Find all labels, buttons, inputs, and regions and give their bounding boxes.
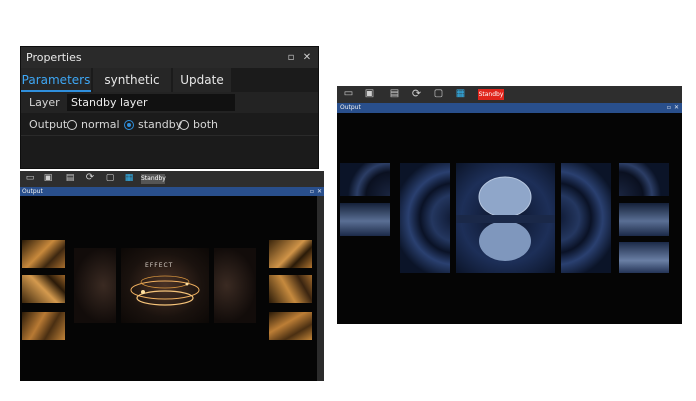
gold-tile <box>22 312 65 340</box>
radio-both[interactable] <box>179 120 189 130</box>
gold-tile <box>269 275 312 303</box>
window-icon[interactable]: ▢ <box>104 173 116 183</box>
pin-icon[interactable]: ▫ <box>310 187 314 196</box>
radio-standby-label: standby <box>138 118 183 131</box>
starfield-tile <box>340 163 390 196</box>
toolbar-left: ▭ ▣ ▤ ⟳ ▢ ▦ Standby <box>20 171 324 187</box>
keyboard-icon[interactable]: ▤ <box>388 88 401 99</box>
layer-row: Layer Standby layer <box>21 92 318 113</box>
properties-tabs: Parameters synthetic Update <box>21 68 318 92</box>
output-window-left: ▭ ▣ ▤ ⟳ ▢ ▦ Standby Output ▫ ✕ EFFECT <box>20 171 324 381</box>
pin-icon[interactable]: ▫ <box>667 103 671 113</box>
screen-icon[interactable]: ▣ <box>363 88 376 99</box>
output-window-right: ▭ ▣ ▤ ⟳ ▢ ▦ Standby Output ▫ ✕ <box>337 86 682 324</box>
output-bar-right: Output ▫ ✕ <box>337 103 682 113</box>
layer-label: Layer <box>29 96 60 109</box>
standby-button[interactable]: Standby <box>141 174 166 184</box>
effect-text: EFFECT <box>145 262 174 269</box>
layer-field[interactable]: Standby layer <box>67 94 235 111</box>
gold-tile <box>269 312 312 340</box>
gold-tile <box>22 240 65 268</box>
gold-tile <box>269 240 312 268</box>
radio-both-label: both <box>193 118 218 131</box>
monitor-icon[interactable]: ▭ <box>342 88 355 99</box>
tab-synthetic[interactable]: synthetic <box>93 68 171 92</box>
star-trail-panel <box>561 163 611 273</box>
mountain-tile <box>619 203 669 236</box>
starfield-tile <box>619 163 669 196</box>
output-title-left: Output <box>22 188 43 195</box>
grid-icon[interactable]: ▦ <box>123 173 135 183</box>
moon-panel-center <box>456 163 555 273</box>
keyboard-icon[interactable]: ▤ <box>64 173 76 183</box>
effect-panel <box>74 248 116 323</box>
vertical-scrollbar[interactable] <box>317 196 324 381</box>
grid-icon[interactable]: ▦ <box>454 88 467 99</box>
radio-standby[interactable] <box>124 120 134 130</box>
close-icon[interactable]: ✕ <box>317 187 322 196</box>
output-title-right: Output <box>340 104 361 111</box>
mountain-tile <box>340 203 390 236</box>
radio-normal-label: normal <box>81 118 120 131</box>
radio-normal[interactable] <box>67 120 77 130</box>
tab-parameters[interactable]: Parameters <box>21 68 91 92</box>
close-icon[interactable]: ✕ <box>674 103 679 113</box>
tab-update[interactable]: Update <box>173 68 231 92</box>
moon-graphic <box>456 176 555 261</box>
refresh-icon[interactable]: ⟳ <box>410 87 423 100</box>
properties-panel: Properties ▫ ✕ Parameters synthetic Upda… <box>20 46 319 169</box>
standby-button[interactable]: Standby <box>478 89 504 100</box>
effect-panel <box>214 248 256 323</box>
pin-icon[interactable]: ▫ <box>284 47 298 68</box>
properties-titlebar: Properties ▫ ✕ <box>21 47 318 68</box>
window-icon[interactable]: ▢ <box>432 88 445 99</box>
gold-tile <box>22 275 65 303</box>
toolbar-right: ▭ ▣ ▤ ⟳ ▢ ▦ Standby <box>337 86 682 103</box>
effect-panel-center: EFFECT <box>121 248 209 323</box>
divider <box>21 135 318 136</box>
monitor-icon[interactable]: ▭ <box>24 173 36 183</box>
refresh-icon[interactable]: ⟳ <box>84 172 96 183</box>
mountain-tile <box>619 242 669 273</box>
screen-icon[interactable]: ▣ <box>42 173 54 183</box>
output-bar-left: Output ▫ ✕ <box>20 187 324 196</box>
close-icon[interactable]: ✕ <box>300 47 314 68</box>
spiral-light-graphic <box>130 275 200 306</box>
star-trail-panel <box>400 163 450 273</box>
output-label: Output <box>29 118 68 131</box>
properties-title: Properties <box>26 51 82 64</box>
